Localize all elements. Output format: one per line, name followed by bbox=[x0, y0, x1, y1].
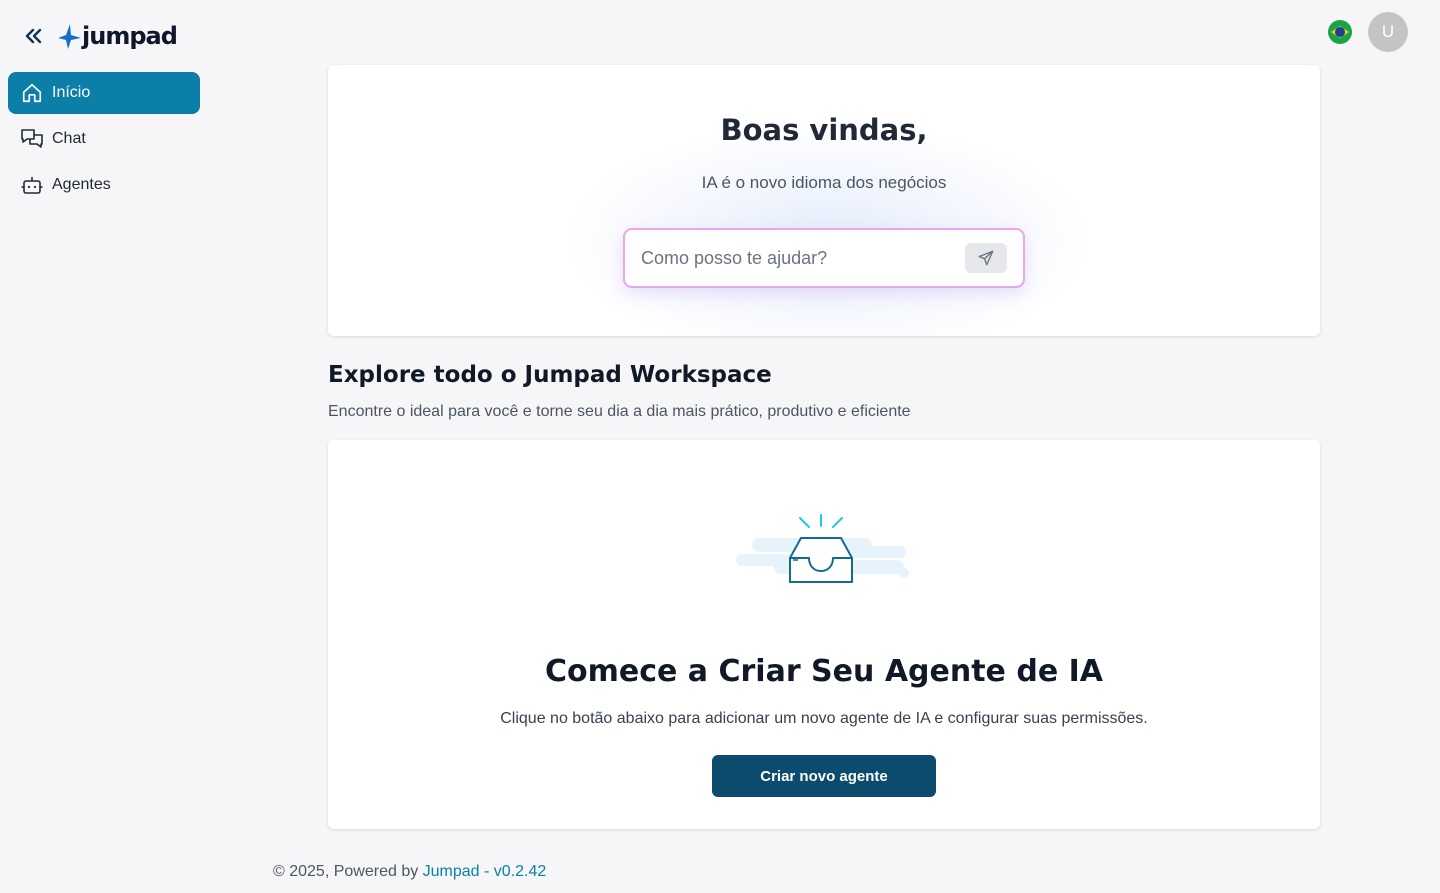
sidebar-nav: Início Chat Agentes bbox=[8, 72, 200, 210]
brand-area: jumpad bbox=[22, 22, 178, 50]
send-icon bbox=[978, 250, 994, 266]
sidebar-item-label: Início bbox=[52, 84, 91, 101]
sidebar: jumpad Início Chat Agentes bbox=[0, 0, 210, 893]
sidebar-item-label: Chat bbox=[52, 130, 86, 147]
empty-inbox-icon bbox=[736, 514, 909, 583]
sidebar-item-agentes[interactable]: Agentes bbox=[8, 164, 200, 206]
explore-subtitle: Encontre o ideal para você e torne seu d… bbox=[328, 403, 911, 420]
welcome-subtitle: IA é o novo idioma dos negócios bbox=[701, 173, 947, 192]
sidebar-item-chat[interactable]: Chat bbox=[8, 118, 200, 160]
robot-icon bbox=[20, 173, 44, 197]
logo-text: jumpad bbox=[82, 22, 178, 50]
agents-empty-state-card: Comece a Criar Seu Agente de IA Clique n… bbox=[328, 440, 1320, 829]
home-icon bbox=[20, 81, 44, 105]
footer: © 2025, Powered by Jumpad - v0.2.42 bbox=[273, 863, 546, 881]
explore-title: Explore todo o Jumpad Workspace bbox=[328, 362, 772, 388]
chat-bubbles-icon bbox=[20, 127, 44, 151]
logo[interactable]: jumpad bbox=[56, 22, 178, 50]
welcome-card: Boas vindas, IA é o novo idioma dos negó… bbox=[328, 65, 1320, 336]
footer-version-link[interactable]: Jumpad - v0.2.42 bbox=[423, 863, 547, 880]
avatar[interactable]: U bbox=[1368, 12, 1408, 52]
double-chevron-left-icon[interactable] bbox=[22, 25, 44, 47]
sidebar-item-label: Agentes bbox=[52, 176, 111, 193]
header-actions: U bbox=[1328, 12, 1408, 52]
welcome-title: Boas vindas, bbox=[720, 113, 928, 147]
prompt-box bbox=[623, 228, 1025, 288]
send-button[interactable] bbox=[965, 243, 1007, 273]
create-agent-button[interactable]: Criar novo agente bbox=[712, 755, 936, 797]
empty-state-title: Comece a Criar Seu Agente de IA bbox=[544, 654, 1103, 689]
brazil-flag-icon[interactable] bbox=[1328, 20, 1352, 44]
footer-copyright: © 2025, Powered by bbox=[273, 863, 423, 880]
sidebar-item-inicio[interactable]: Início bbox=[8, 72, 200, 114]
prompt-input[interactable] bbox=[641, 247, 965, 269]
empty-state-subtitle: Clique no botão abaixo para adicionar um… bbox=[500, 710, 1148, 727]
logo-star-icon bbox=[58, 24, 81, 49]
